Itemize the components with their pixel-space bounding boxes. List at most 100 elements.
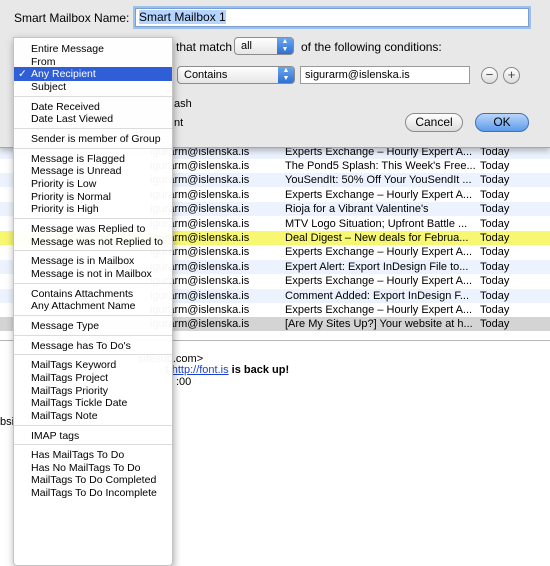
menu-item-label: MailTags To Do Incomplete (31, 487, 157, 500)
message-subject: Experts Exchange – Hourly Expert A... (285, 246, 473, 259)
menu-item-label: Message has To Do's (31, 339, 131, 352)
menu-item-label: Priority is Normal (31, 190, 111, 203)
menu-item-label: Entire Message (31, 43, 104, 55)
menu-item-label: MailTags Note (31, 409, 98, 422)
message-subject: Experts Exchange – Hourly Expert A... (285, 275, 473, 288)
operator-value: Contains (184, 69, 228, 81)
condition-value-input[interactable]: sigurarm@islenska.is (300, 66, 470, 84)
preview-date-line: :00 (176, 376, 192, 388)
menu-item-date-last-viewed[interactable]: Date Last Viewed (14, 112, 172, 126)
menu-separator (14, 127, 172, 129)
preview-subject-line: t http://font.is is back up! (165, 364, 289, 376)
include-sent-label: nt (174, 117, 184, 129)
popup-arrows-icon: ▲ ▼ (277, 38, 293, 54)
menu-separator (14, 354, 172, 356)
message-date: Today (480, 260, 510, 273)
message-date: Today (480, 246, 510, 259)
menu-item-message-was-not-replied-to[interactable]: Message was not Replied to (14, 235, 172, 249)
menu-item-label: Has MailTags To Do (31, 449, 125, 462)
menu-item-label: Any Attachment Name (31, 300, 136, 313)
menu-separator (14, 282, 172, 284)
menu-item-label: MailTags Priority (31, 384, 109, 397)
condition-field-menu[interactable]: Entire Message From ✓ Any Recipient Subject D… (13, 37, 173, 566)
message-subject: Comment Added: Export InDesign F... (285, 289, 470, 302)
menu-item-label: Priority is High (31, 203, 99, 216)
message-date: Today (480, 203, 510, 216)
menu-item-message-is-not-in-mailbox[interactable]: Message is not in Mailbox (14, 267, 172, 281)
preview-link[interactable]: http://font.is (172, 364, 229, 376)
menu-item-label: Message is in Mailbox (31, 255, 135, 268)
preview-body-text: bsi (0, 416, 15, 428)
menu-item-label: MailTags Tickle Date (31, 397, 128, 410)
menu-separator (14, 334, 172, 336)
menu-item-message-has-to-do-s[interactable]: Message has To Do's (14, 339, 172, 353)
operator-popup[interactable]: Contains ▲ ▼ (177, 66, 295, 84)
add-condition-button[interactable]: + (503, 67, 520, 84)
match-mode-popup[interactable]: all ▲ ▼ (234, 37, 294, 55)
ok-button[interactable]: OK (475, 113, 529, 132)
menu-item-label: Message is not in Mailbox (31, 267, 152, 280)
mailbox-name-value: Smart Mailbox 1 (139, 10, 226, 24)
popup-arrows-icon: ▲ ▼ (278, 67, 294, 83)
message-subject: MTV Logo Situation; Upfront Battle ... (285, 217, 468, 230)
match-mode-value: all (241, 40, 253, 52)
menu-item-label: Contains Attachments (31, 287, 134, 300)
menu-item-label: MailTags Keyword (31, 359, 117, 372)
message-subject: Deal Digest – New deals for Februa... (285, 232, 469, 244)
menu-item-label: Message was not Replied to (31, 235, 163, 248)
cancel-button[interactable]: Cancel (405, 113, 463, 132)
menu-item-label: Message is Flagged (31, 152, 125, 165)
message-subject: Experts Exchange – Hourly Expert A... (285, 304, 473, 316)
match-suffix-label: of the following conditions: (301, 40, 442, 54)
menu-item-message-type[interactable]: Message Type (14, 319, 172, 333)
message-subject: Experts Exchange – Hourly Expert A... (285, 188, 473, 201)
message-date: Today (480, 304, 510, 316)
mailbox-name-label: Smart Mailbox Name: (14, 11, 130, 25)
menu-item-label: Any Recipient (31, 68, 96, 81)
menu-item-label: MailTags Project (31, 371, 109, 384)
message-subject: Rioja for a Vibrant Valentine's (285, 203, 429, 216)
menu-item-label: Priority is Low (31, 177, 97, 190)
menu-item-label: MailTags To Do Completed (31, 474, 157, 487)
message-date: Today (480, 174, 510, 187)
message-subject: YouSendIt: 50% Off Your YouSendIt ... (285, 174, 472, 187)
menu-item-label: From (31, 55, 56, 68)
menu-separator (14, 250, 172, 252)
menu-item-label: Date Received (31, 100, 100, 113)
include-trash-label: ash (174, 98, 192, 110)
menu-item-label: IMAP tags (31, 429, 80, 442)
menu-item-mailtags-note[interactable]: MailTags Note (14, 409, 172, 423)
message-date: Today (480, 289, 510, 302)
menu-item-sender-is-member-of-group[interactable]: Sender is member of Group (14, 132, 172, 146)
message-date: Today (480, 232, 510, 244)
menu-item-label: Message Type (31, 319, 100, 332)
menu-item-mailtags-to-do-incomplete[interactable]: MailTags To Do Incomplete (14, 486, 172, 500)
remove-condition-button[interactable]: − (481, 67, 498, 84)
menu-item-label: Sender is member of Group (31, 132, 161, 145)
menu-separator (14, 424, 172, 426)
message-subject: [Are My Sites Up?] Your website at h... (285, 318, 473, 331)
mailbox-name-input[interactable]: Smart Mailbox 1 (135, 8, 529, 27)
message-date: Today (480, 160, 510, 172)
menu-separator (14, 444, 172, 446)
menu-item-label: Message was Replied to (31, 222, 146, 235)
menu-separator (14, 217, 172, 219)
message-date: Today (480, 275, 510, 288)
menu-item-imap-tags[interactable]: IMAP tags (14, 429, 172, 443)
menu-item-label: Has No MailTags To Do (31, 461, 141, 474)
menu-item-label: Subject (31, 80, 67, 93)
menu-item-label: Message is Unread (31, 165, 122, 178)
menu-separator (14, 147, 172, 149)
menu-separator (14, 314, 172, 316)
message-subject: Expert Alert: Export InDesign File to... (285, 260, 469, 273)
message-date: Today (480, 318, 510, 331)
message-date: Today (480, 188, 510, 201)
menu-item-subject[interactable]: Subject (14, 80, 172, 94)
menu-separator (14, 95, 172, 97)
preview-subject-suffix: is back up! (228, 364, 290, 376)
match-prefix-label: that match (176, 40, 233, 54)
message-date: Today (480, 217, 510, 230)
menu-item-any-attachment-name[interactable]: Any Attachment Name (14, 299, 172, 313)
menu-item-label: Date Last Viewed (31, 113, 114, 126)
menu-item-priority-is-high[interactable]: Priority is High (14, 202, 172, 216)
